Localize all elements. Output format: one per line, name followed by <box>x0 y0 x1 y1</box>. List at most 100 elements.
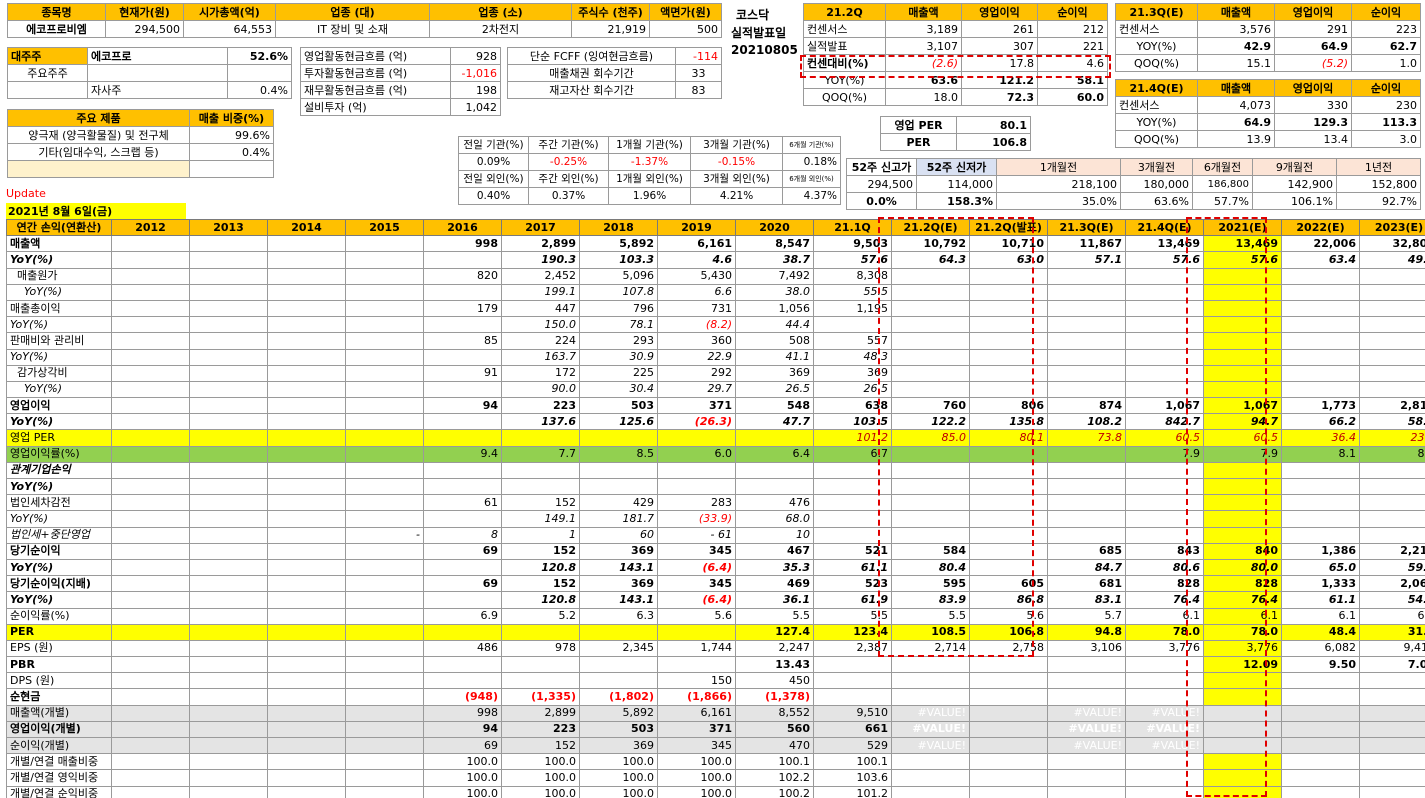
q2-value[interactable]: 58.1 <box>1037 71 1108 89</box>
table-cell[interactable] <box>189 316 268 334</box>
table-cell[interactable] <box>1125 283 1204 301</box>
table-cell[interactable] <box>345 607 424 625</box>
table-cell[interactable]: 80.4 <box>891 558 970 577</box>
table-cell[interactable]: 80.6 <box>1125 558 1204 577</box>
table-cell[interactable]: 840 <box>1203 542 1282 560</box>
table-cell[interactable]: 6.3 <box>1359 607 1425 625</box>
table-cell[interactable]: 31.3 <box>1359 623 1425 641</box>
table-cell[interactable] <box>345 477 424 496</box>
table-cell[interactable]: 429 <box>579 494 658 512</box>
table-cell[interactable] <box>969 316 1048 334</box>
table-cell[interactable] <box>267 397 346 415</box>
row-label[interactable]: YoY(%) <box>6 510 112 528</box>
table-cell[interactable] <box>1281 510 1360 528</box>
holder-self-pct[interactable]: 0.4% <box>227 81 292 99</box>
table-cell[interactable]: 7.09 <box>1359 656 1425 674</box>
table-cell[interactable]: 998 <box>423 235 502 253</box>
table-cell[interactable]: 23.0 <box>1359 429 1425 447</box>
row-label[interactable]: 법인세차감전 <box>6 494 112 512</box>
table-cell[interactable]: 371 <box>657 397 736 415</box>
fcf-value[interactable]: 83 <box>675 81 722 99</box>
row-label[interactable]: YoY(%) <box>6 316 112 334</box>
table-cell[interactable]: 13.43 <box>735 656 814 674</box>
table-cell[interactable] <box>579 477 658 496</box>
table-cell[interactable] <box>969 785 1048 798</box>
table-cell[interactable] <box>969 542 1048 560</box>
table-cell[interactable]: 22,006 <box>1281 235 1360 253</box>
table-cell[interactable] <box>501 623 580 641</box>
table-cell[interactable] <box>1281 380 1360 399</box>
table-cell[interactable] <box>813 526 892 544</box>
table-cell[interactable]: (6.4) <box>657 591 736 609</box>
row-label[interactable]: YoY(%) <box>6 413 112 431</box>
table-cell[interactable] <box>969 364 1048 382</box>
table-cell[interactable] <box>189 704 268 722</box>
stock-marketcap[interactable]: 64,553 <box>183 20 276 38</box>
table-cell[interactable] <box>189 720 268 739</box>
foreign-value[interactable]: 4.21% <box>690 187 783 205</box>
table-cell[interactable] <box>969 736 1048 755</box>
q3-value[interactable]: 3,576 <box>1197 20 1275 38</box>
table-cell[interactable]: 8,547 <box>735 235 814 253</box>
table-cell[interactable] <box>1281 477 1360 496</box>
table-cell[interactable]: 190.3 <box>501 251 580 269</box>
table-cell[interactable] <box>345 769 424 787</box>
table-cell[interactable] <box>267 542 346 560</box>
table-cell[interactable]: 5.5 <box>735 607 814 625</box>
table-cell[interactable] <box>423 316 502 334</box>
table-cell[interactable] <box>189 364 268 382</box>
row-label[interactable]: YoY(%) <box>6 348 112 366</box>
table-cell[interactable] <box>891 364 970 382</box>
table-cell[interactable] <box>189 283 268 301</box>
table-cell[interactable] <box>1281 736 1360 755</box>
table-cell[interactable]: (1,802) <box>579 688 658 706</box>
table-cell[interactable] <box>267 251 346 269</box>
column-header[interactable]: 2016 <box>423 218 502 237</box>
table-cell[interactable] <box>111 736 190 755</box>
table-cell[interactable] <box>1359 769 1425 787</box>
table-cell[interactable] <box>267 769 346 787</box>
table-cell[interactable] <box>1047 283 1126 301</box>
table-cell[interactable] <box>1047 299 1126 318</box>
table-cell[interactable] <box>423 510 502 528</box>
table-cell[interactable]: 101.2 <box>813 785 892 798</box>
table-cell[interactable] <box>345 283 424 301</box>
table-cell[interactable] <box>423 429 502 447</box>
table-cell[interactable]: 2,714 <box>891 639 970 658</box>
table-cell[interactable]: 57.6 <box>1203 251 1282 269</box>
table-cell[interactable] <box>189 639 268 658</box>
table-cell[interactable]: 86.8 <box>969 591 1048 609</box>
price52-value[interactable]: 180,000 <box>1120 175 1193 193</box>
table-cell[interactable] <box>1203 380 1282 399</box>
table-cell[interactable]: 120.8 <box>501 591 580 609</box>
table-cell[interactable] <box>111 380 190 399</box>
table-cell[interactable] <box>345 736 424 755</box>
table-cell[interactable] <box>1359 267 1425 285</box>
table-cell[interactable]: 8.6 <box>1359 445 1425 463</box>
table-cell[interactable] <box>1047 477 1126 496</box>
table-cell[interactable]: 35.3 <box>735 558 814 577</box>
table-cell[interactable] <box>1125 769 1204 787</box>
table-cell[interactable]: 100.0 <box>501 785 580 798</box>
row-label[interactable]: 영업 PER <box>6 429 112 447</box>
table-cell[interactable] <box>891 526 970 544</box>
q2-value[interactable]: 17.8 <box>961 54 1038 72</box>
q3-value[interactable]: 64.9 <box>1274 37 1352 55</box>
table-cell[interactable] <box>813 494 892 512</box>
table-cell[interactable] <box>1203 364 1282 382</box>
table-cell[interactable]: 83.1 <box>1047 591 1126 609</box>
table-cell[interactable] <box>1359 704 1425 722</box>
table-cell[interactable] <box>111 477 190 496</box>
table-cell[interactable] <box>1281 769 1360 787</box>
table-cell[interactable]: 1 <box>501 526 580 544</box>
table-cell[interactable]: 48.3 <box>813 348 892 366</box>
table-cell[interactable]: 9,415 <box>1359 639 1425 658</box>
table-cell[interactable] <box>345 575 424 593</box>
table-cell[interactable]: 120.8 <box>501 558 580 577</box>
row-label[interactable]: 매출총이익 <box>6 299 112 318</box>
table-cell[interactable] <box>1125 316 1204 334</box>
table-cell[interactable]: 55.5 <box>813 283 892 301</box>
stock-sector-large[interactable]: IT 장비 및 소재 <box>275 20 430 38</box>
table-cell[interactable] <box>189 510 268 528</box>
table-cell[interactable]: 6,161 <box>657 235 736 253</box>
